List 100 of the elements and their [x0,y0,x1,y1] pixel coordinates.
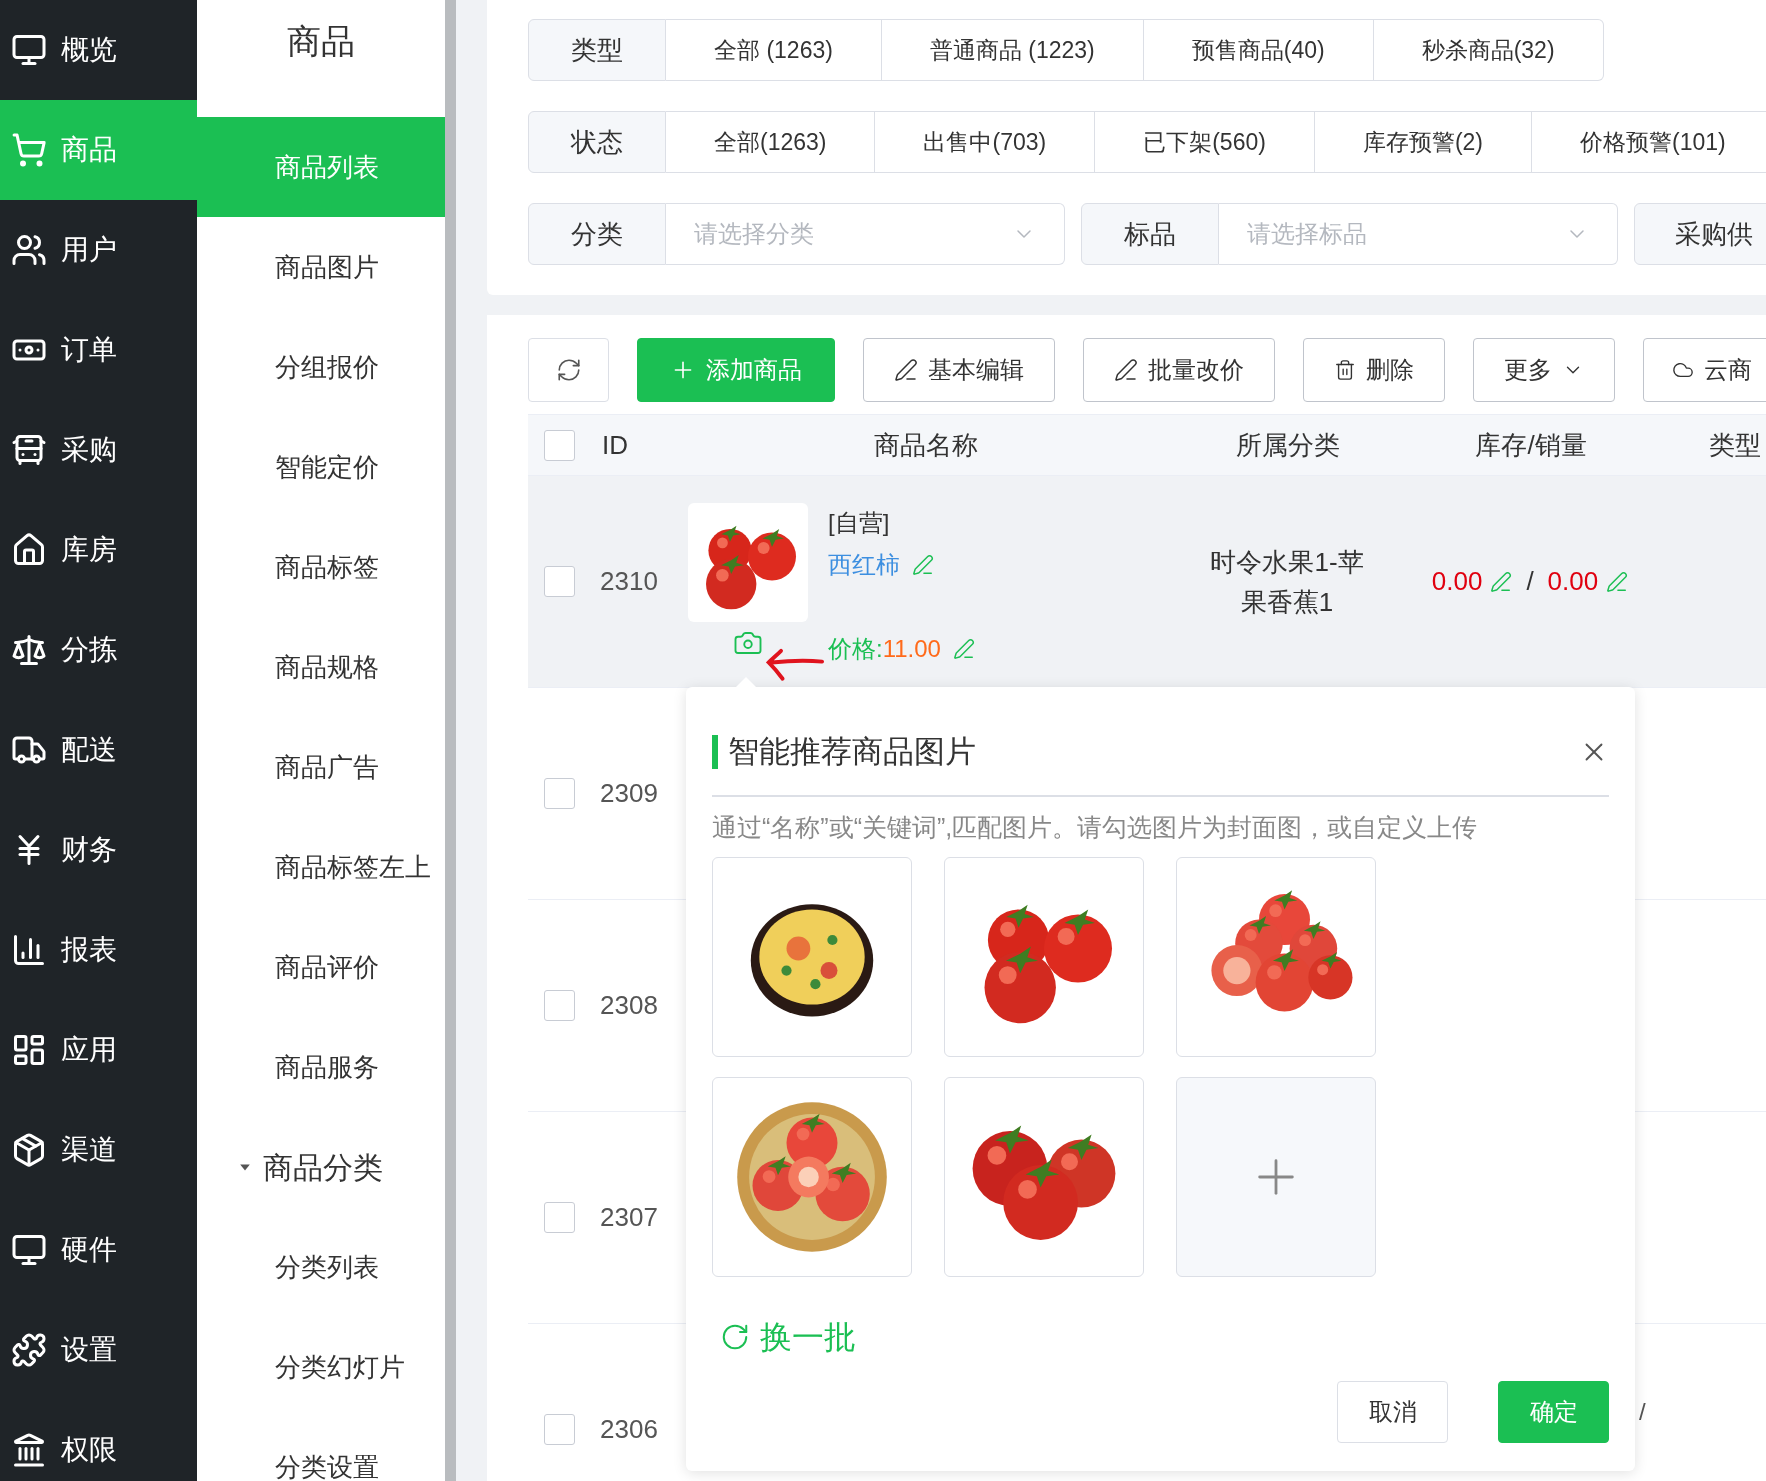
nav-item[interactable]: 分拣 [0,600,197,700]
filter-label: 采购供 [1634,203,1766,265]
nav-item[interactable]: 订单 [0,300,197,400]
price-text: 价格:11.00 [828,634,941,664]
nav-icon [11,132,47,168]
more-button[interactable]: 更多 [1473,338,1615,402]
category-cell-text: 时令水果1-苹果香蕉1 [1209,545,1365,619]
pencil-icon [894,358,918,382]
nav-icon [11,532,47,568]
upload-tile[interactable] [1176,1076,1376,1277]
filter-label: 状态 [528,111,666,173]
sales-value: 0.00 [1547,565,1599,598]
submenu-item[interactable]: 智能定价 [197,417,445,517]
filter-option[interactable]: 秒杀商品(32) [1373,19,1604,81]
submenu-item[interactable]: 分类设置 [197,1417,445,1481]
cancel-button[interactable]: 取消 [1337,1380,1448,1443]
separator-text: / [1525,565,1535,598]
nav-item[interactable]: 报表 [0,900,197,1000]
scrollbar[interactable] [445,0,456,1481]
delete-button[interactable]: 删除 [1303,338,1445,402]
checkbox[interactable] [543,566,575,597]
edit-icon[interactable] [1606,570,1629,593]
column-header: 商品名称 [872,428,979,462]
submenu-group[interactable]: 商品分类 [197,1117,445,1217]
id-cell: 2306 [600,1414,658,1444]
nav-item[interactable]: 设置 [0,1300,197,1400]
nav-item[interactable]: 库房 [0,500,197,600]
filter-label: 标品 [1081,203,1219,265]
nav-icon [11,32,47,68]
nav-item[interactable]: 权限 [0,1400,197,1481]
column-header: 类型 [1708,428,1762,462]
edit-button[interactable]: 基本编辑 [863,338,1055,402]
submenu-item[interactable]: 商品标签左上 [197,817,445,917]
submenu-item[interactable]: 分组报价 [197,317,445,417]
stock-value: 0.00 [1431,565,1483,598]
nav-item[interactable]: 财务 [0,800,197,900]
filter-label: 类型 [528,19,666,81]
nav-icon [11,232,47,268]
cloud-button[interactable]: 云商 [1643,338,1766,402]
title-accent [712,735,718,769]
nav-icon [11,432,47,468]
refresh-button[interactable] [528,338,609,402]
filter-option[interactable]: 普通商品 (1223) [881,19,1144,81]
popover-hint: 通过“名称”或“关键词”,匹配图片。请勾选图片为封面图，或自定义上传 [712,812,1479,843]
column-header: 库存/销量 [1474,428,1588,462]
cell-fragment: / [1639,1397,1646,1427]
pencil-icon [1114,358,1138,382]
filter-option[interactable]: 预售商品(40) [1143,19,1374,81]
submenu-item[interactable]: 商品标签 [197,517,445,617]
id-cell: 2310 [600,566,658,596]
filter-option[interactable]: 出售中(703) [875,111,1096,173]
image-option[interactable] [712,856,912,1057]
edit-icon[interactable] [952,638,975,660]
product-tag: [自营] [828,505,975,541]
nav-icon [11,1332,47,1368]
nav-icon [11,632,47,668]
submenu-item[interactable]: 分类列表 [197,1217,445,1317]
id-cell: 2307 [600,1202,658,1232]
column-header: 所属分类 [1234,428,1341,462]
filter-option[interactable]: 价格预警(101) [1532,111,1766,173]
checkbox[interactable] [543,990,575,1021]
nav-item[interactable]: 应用 [0,1000,197,1100]
nav-item[interactable]: 硬件 [0,1200,197,1300]
refresh-icon [555,357,582,383]
id-cell: 2308 [600,990,658,1020]
submenu-item[interactable]: 商品图片 [197,217,445,317]
select-placeholder: 请选择标品 [1247,219,1367,249]
filter-option[interactable]: 全部 (1263) [666,19,882,81]
nav-item[interactable]: 用户 [0,200,197,300]
nav-icon [11,1432,47,1468]
submenu-item[interactable]: 商品服务 [197,1017,445,1117]
filter-option[interactable]: 全部(1263) [666,111,876,173]
select-placeholder: 请选择分类 [694,219,814,249]
nav-icon [11,1032,47,1068]
edit-icon[interactable] [1490,570,1513,593]
checkbox[interactable] [543,429,575,461]
nav-item[interactable]: 渠道 [0,1100,197,1200]
submenu-item[interactable]: 商品评价 [197,917,445,1017]
trash-icon [1334,359,1356,381]
checkbox[interactable] [543,778,575,809]
nav-item[interactable]: 概览 [0,0,197,100]
nav-item[interactable]: 配送 [0,700,197,800]
nav-icon [11,1132,47,1168]
id-cell: 2309 [600,778,658,808]
submenu-title: 商品 [287,21,355,62]
checkbox[interactable] [543,1202,575,1233]
checkbox[interactable] [543,1414,575,1445]
nav-icon [11,932,47,968]
edit-icon[interactable] [912,554,934,576]
column-header: ID [601,428,629,462]
filter-option[interactable]: 库存预警(2) [1314,111,1532,173]
nav-icon [11,1232,47,1268]
filter-label: 分类 [528,203,666,265]
filter-option[interactable]: 已下架(560) [1095,111,1315,173]
edit-button[interactable]: 批量改价 [1083,338,1275,402]
nav-item[interactable]: 采购 [0,400,197,500]
popover-title: 智能推荐商品图片 [728,732,976,771]
submenu-item[interactable]: 商品规格 [197,617,445,717]
submenu-item[interactable]: 商品广告 [197,717,445,817]
submenu-item[interactable]: 分类幻灯片 [197,1317,445,1417]
